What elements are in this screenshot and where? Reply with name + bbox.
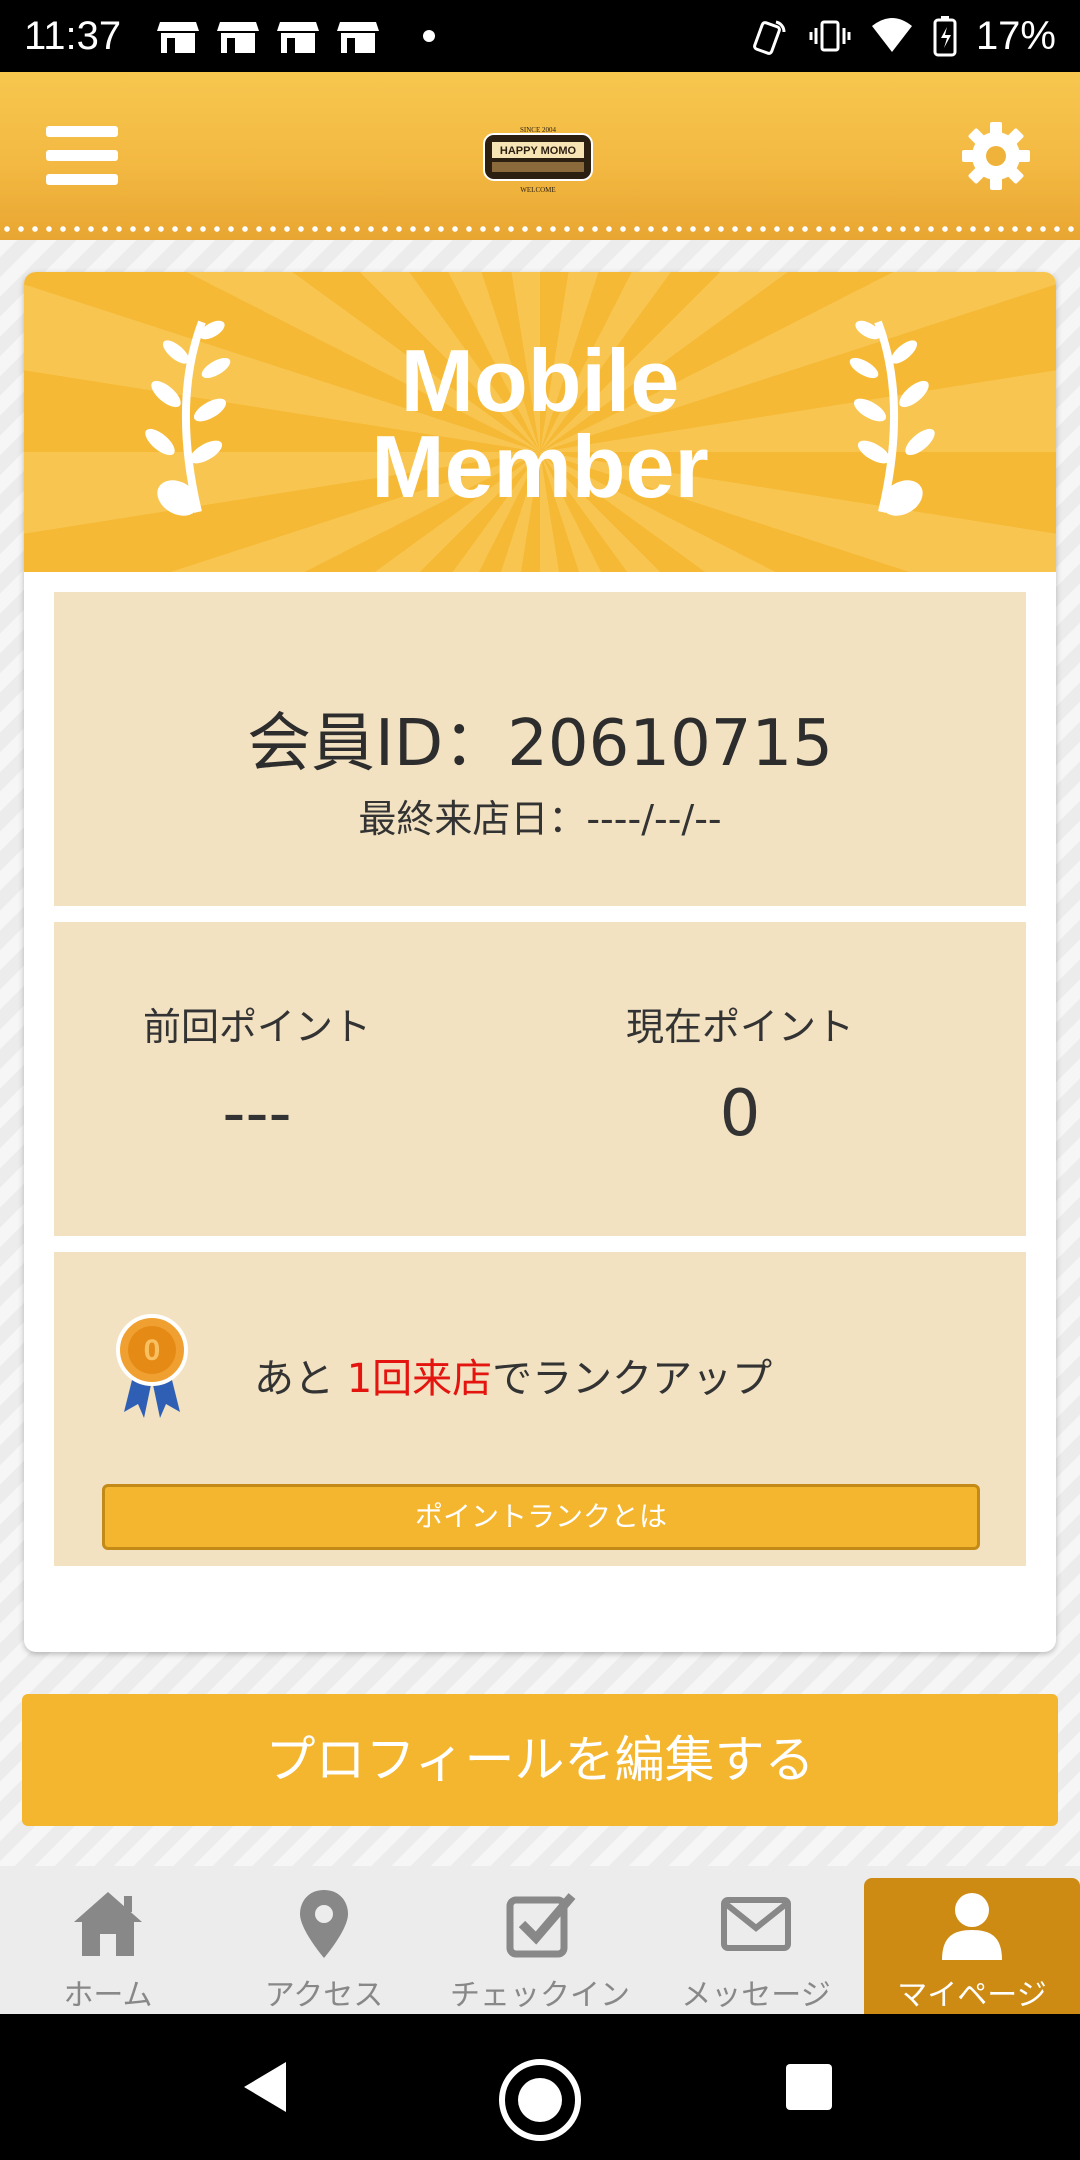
store-icon — [277, 22, 320, 53]
member-card-banner: Mobile Member — [24, 272, 1056, 572]
home-circle-icon[interactable] — [497, 2057, 583, 2143]
current-points: 現在ポイント 0 — [540, 996, 1026, 1151]
notification-icons — [157, 18, 436, 54]
rank-suffix: でランクアップ — [492, 1356, 773, 1402]
nav-label-mypage: マイページ — [897, 1978, 1047, 2013]
status-time: 11:37 — [24, 13, 122, 58]
bottom-nav: ホーム アクセス チェックイン メッセージ マイページ — [0, 1866, 1080, 2014]
app-header: HAPPY MOMO SINCE 2004 WELCOME — [0, 72, 1080, 240]
system-nav-bar — [0, 2014, 1080, 2160]
point-rank-info-button[interactable]: ポイントランクとは — [102, 1484, 980, 1550]
user-icon — [942, 1893, 1002, 1960]
current-points-value: 0 — [719, 1077, 761, 1151]
member-id: 会員ID：20610715 — [247, 707, 833, 781]
status-icons: 17% — [750, 14, 1056, 59]
nfc-icon — [753, 20, 786, 55]
rank-visits-remaining: 1回来店 — [346, 1356, 493, 1402]
nav-label-access: アクセス — [264, 1978, 384, 2013]
envelope-icon — [721, 1897, 791, 1951]
vibrate-icon — [809, 20, 851, 52]
medal-icon: 0 — [116, 1314, 188, 1418]
laurel-right-icon — [849, 320, 935, 516]
status-bar: 11:37 17% — [0, 0, 1080, 72]
points-panel: 前回ポイント --- 現在ポイント 0 — [54, 922, 1026, 1236]
member-card: Mobile Member 会員ID：20610715 最終来店日：----/-… — [24, 272, 1056, 1652]
store-icon — [157, 22, 200, 53]
rank-up-message: あと 1回来店でランクアップ — [254, 1346, 772, 1404]
battery-percent: 17% — [975, 13, 1056, 58]
back-icon[interactable] — [240, 2060, 290, 2114]
nav-item-access[interactable]: アクセス — [216, 1866, 432, 2014]
menu-button[interactable] — [46, 126, 118, 186]
edit-profile-button[interactable]: プロフィールを編集する — [22, 1694, 1058, 1826]
store-icon — [337, 22, 380, 53]
nav-label-home: ホーム — [63, 1978, 153, 2013]
logo-welcome: WELCOME — [520, 186, 555, 194]
nav-label-message: メッセージ — [681, 1978, 831, 2013]
nav-item-message[interactable]: メッセージ — [648, 1866, 864, 2014]
wifi-icon — [871, 18, 912, 52]
menu-icon — [46, 126, 118, 137]
nav-label-checkin: チェックイン — [450, 1978, 630, 2013]
nav-item-checkin[interactable]: チェックイン — [432, 1866, 648, 2014]
rank-prefix: あと — [254, 1356, 347, 1402]
logo-text: HAPPY MOMO — [500, 145, 577, 157]
svg-text:0: 0 — [144, 1334, 161, 1367]
checkbox-icon — [506, 1893, 576, 1958]
home-icon — [74, 1892, 142, 1956]
current-points-label: 現在ポイント — [625, 1005, 854, 1049]
settings-gear-icon[interactable] — [960, 120, 1032, 192]
location-pin-icon — [300, 1890, 348, 1958]
member-id-panel: 会員ID：20610715 最終来店日：----/--/-- — [54, 592, 1026, 906]
more-notifications-dot — [423, 30, 436, 42]
battery-icon — [933, 16, 957, 57]
store-icon — [217, 22, 260, 53]
shop-logo[interactable]: HAPPY MOMO SINCE 2004 WELCOME — [478, 120, 598, 200]
rank-panel: 0 あと 1回来店でランクアップ ポイントランクとは — [54, 1252, 1026, 1566]
nav-item-home[interactable]: ホーム — [0, 1866, 216, 2014]
nav-item-mypage[interactable]: マイページ — [864, 1878, 1080, 2014]
logo-since: SINCE 2004 — [520, 126, 556, 134]
last-visit-date: 最終来店日：----/--/-- — [358, 797, 722, 841]
recent-apps-icon[interactable] — [786, 2064, 832, 2110]
